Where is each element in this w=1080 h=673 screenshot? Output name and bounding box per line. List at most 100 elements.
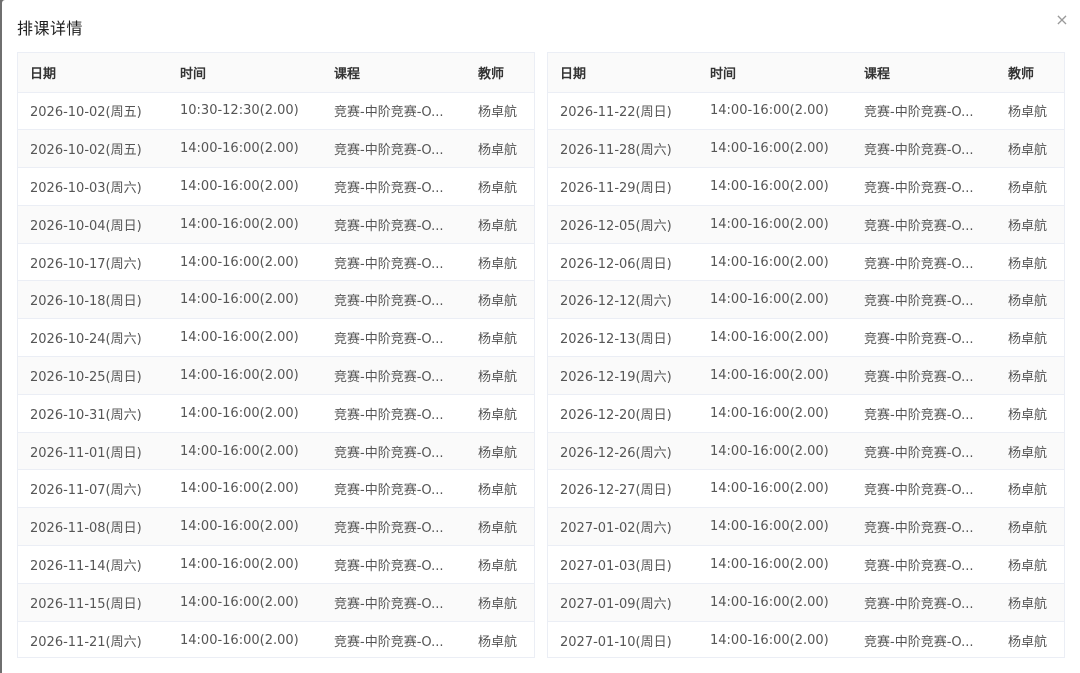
- cell-time: 14:00-16:00(2.00): [698, 318, 852, 358]
- table-row: 2026-10-04(周日) 14:00-16:00(2.00) 竞赛-中阶竞赛-O…: [18, 205, 534, 244]
- cell-course: 竞赛-中阶竞赛-O...: [852, 545, 996, 584]
- cell-date: 2026-12-06(周日): [548, 243, 698, 282]
- table-row: 2026-12-12(周六) 14:00-16:00(2.00) 竞赛-中阶竞赛-O…: [548, 280, 1064, 320]
- table-row: 2026-12-27(周日) 14:00-16:00(2.00) 竞赛-中阶竞赛-O…: [548, 469, 1064, 509]
- table-row: 2026-11-29(周日) 14:00-16:00(2.00) 竞赛-中阶竞赛-O…: [548, 167, 1064, 206]
- close-icon[interactable]: ×: [1052, 10, 1072, 30]
- column-header-course: 课程: [852, 53, 996, 93]
- table-row: 2026-10-18(周日) 14:00-16:00(2.00) 竞赛-中阶竞赛-O…: [18, 280, 534, 320]
- cell-time: 14:00-16:00(2.00): [698, 583, 852, 622]
- cell-time: 14:00-16:00(2.00): [698, 621, 852, 657]
- cell-course: 竞赛-中阶竞赛-O...: [322, 621, 466, 657]
- cell-teacher: 杨卓航: [996, 280, 1064, 320]
- cell-date: 2026-12-26(周六): [548, 432, 698, 471]
- cell-time: 14:00-16:00(2.00): [168, 394, 322, 433]
- table-row: 2026-10-17(周六) 14:00-16:00(2.00) 竞赛-中阶竞赛-O…: [18, 243, 534, 282]
- cell-time: 14:00-16:00(2.00): [698, 356, 852, 395]
- cell-course: 竞赛-中阶竞赛-O...: [322, 280, 466, 320]
- cell-time: 14:00-16:00(2.00): [168, 129, 322, 169]
- cell-course: 竞赛-中阶竞赛-O...: [852, 356, 996, 395]
- cell-date: 2027-01-09(周六): [548, 583, 698, 622]
- cell-course: 竞赛-中阶竞赛-O...: [322, 167, 466, 206]
- column-header-teacher: 教师: [996, 53, 1064, 93]
- column-header-date: 日期: [18, 53, 168, 93]
- cell-date: 2026-12-05(周六): [548, 205, 698, 244]
- cell-date: 2026-11-08(周日): [18, 507, 168, 547]
- table-row: 2027-01-03(周日) 14:00-16:00(2.00) 竞赛-中阶竞赛-O…: [548, 545, 1064, 584]
- cell-teacher: 杨卓航: [466, 356, 534, 395]
- cell-teacher: 杨卓航: [996, 243, 1064, 282]
- cell-course: 竞赛-中阶竞赛-O...: [322, 356, 466, 395]
- cell-time: 14:00-16:00(2.00): [168, 583, 322, 622]
- cell-time: 14:00-16:00(2.00): [168, 469, 322, 509]
- cell-date: 2026-10-31(周六): [18, 394, 168, 433]
- cell-time: 14:00-16:00(2.00): [698, 129, 852, 169]
- cell-date: 2026-10-24(周六): [18, 318, 168, 358]
- cell-time: 14:00-16:00(2.00): [698, 92, 852, 131]
- cell-date: 2027-01-10(周日): [548, 621, 698, 657]
- cell-date: 2026-12-27(周日): [548, 469, 698, 509]
- cell-time: 14:00-16:00(2.00): [168, 167, 322, 206]
- cell-course: 竞赛-中阶竞赛-O...: [322, 507, 466, 547]
- cell-course: 竞赛-中阶竞赛-O...: [322, 318, 466, 358]
- cell-course: 竞赛-中阶竞赛-O...: [852, 432, 996, 471]
- dialog-title: 排课详情: [17, 19, 84, 38]
- column-header-time: 时间: [698, 53, 852, 93]
- table-row: 2026-11-01(周日) 14:00-16:00(2.00) 竞赛-中阶竞赛-O…: [18, 432, 534, 471]
- cell-date: 2027-01-03(周日): [548, 545, 698, 584]
- table-row: 2026-11-15(周日) 14:00-16:00(2.00) 竞赛-中阶竞赛-O…: [18, 583, 534, 622]
- table-row: 2027-01-10(周日) 14:00-16:00(2.00) 竞赛-中阶竞赛-O…: [548, 621, 1064, 657]
- cell-time: 14:00-16:00(2.00): [168, 507, 322, 547]
- cell-date: 2026-11-28(周六): [548, 129, 698, 169]
- cell-time: 14:00-16:00(2.00): [698, 545, 852, 584]
- cell-date: 2026-11-29(周日): [548, 167, 698, 206]
- cell-teacher: 杨卓航: [996, 432, 1064, 471]
- cell-date: 2026-10-03(周六): [18, 167, 168, 206]
- cell-course: 竞赛-中阶竞赛-O...: [322, 469, 466, 509]
- cell-teacher: 杨卓航: [466, 583, 534, 622]
- cell-teacher: 杨卓航: [466, 621, 534, 657]
- cell-time: 14:00-16:00(2.00): [168, 205, 322, 244]
- cell-date: 2026-10-25(周日): [18, 356, 168, 395]
- cell-date: 2026-10-02(周五): [18, 129, 168, 169]
- cell-course: 竞赛-中阶竞赛-O...: [322, 243, 466, 282]
- table-header-row: 日期 时间 课程 教师: [18, 53, 534, 93]
- cell-course: 竞赛-中阶竞赛-O...: [322, 129, 466, 169]
- cell-course: 竞赛-中阶竞赛-O...: [852, 167, 996, 206]
- cell-course: 竞赛-中阶竞赛-O...: [852, 243, 996, 282]
- cell-time: 14:00-16:00(2.00): [168, 545, 322, 584]
- cell-time: 14:00-16:00(2.00): [168, 243, 322, 282]
- cell-time: 14:00-16:00(2.00): [698, 432, 852, 471]
- cell-teacher: 杨卓航: [996, 356, 1064, 395]
- cell-course: 竞赛-中阶竞赛-O...: [852, 583, 996, 622]
- table-row: 2027-01-09(周六) 14:00-16:00(2.00) 竞赛-中阶竞赛-O…: [548, 583, 1064, 622]
- cell-teacher: 杨卓航: [996, 621, 1064, 657]
- cell-teacher: 杨卓航: [466, 318, 534, 358]
- cell-date: 2026-12-20(周日): [548, 394, 698, 433]
- cell-course: 竞赛-中阶竞赛-O...: [852, 318, 996, 358]
- cell-course: 竞赛-中阶竞赛-O...: [322, 205, 466, 244]
- cell-teacher: 杨卓航: [996, 318, 1064, 358]
- cell-date: 2026-12-19(周六): [548, 356, 698, 395]
- cell-time: 14:00-16:00(2.00): [698, 469, 852, 509]
- column-header-teacher: 教师: [466, 53, 534, 93]
- table-row: 2026-10-25(周日) 14:00-16:00(2.00) 竞赛-中阶竞赛-O…: [18, 356, 534, 395]
- cell-course: 竞赛-中阶竞赛-O...: [322, 92, 466, 131]
- cell-teacher: 杨卓航: [996, 583, 1064, 622]
- cell-teacher: 杨卓航: [996, 205, 1064, 244]
- table-row: 2026-11-14(周六) 14:00-16:00(2.00) 竞赛-中阶竞赛-O…: [18, 545, 534, 584]
- table-row: 2026-12-06(周日) 14:00-16:00(2.00) 竞赛-中阶竞赛-O…: [548, 243, 1064, 282]
- cell-time: 14:00-16:00(2.00): [168, 280, 322, 320]
- cell-course: 竞赛-中阶竞赛-O...: [322, 432, 466, 471]
- cell-time: 14:00-16:00(2.00): [698, 205, 852, 244]
- cell-time: 14:00-16:00(2.00): [168, 621, 322, 657]
- cell-teacher: 杨卓航: [996, 507, 1064, 547]
- cell-date: 2026-11-22(周日): [548, 92, 698, 131]
- table-row: 2026-11-22(周日) 14:00-16:00(2.00) 竞赛-中阶竞赛-O…: [548, 92, 1064, 131]
- cell-time: 14:00-16:00(2.00): [698, 280, 852, 320]
- cell-course: 竞赛-中阶竞赛-O...: [852, 507, 996, 547]
- cell-date: 2026-11-21(周六): [18, 621, 168, 657]
- table-row: 2026-10-02(周五) 14:00-16:00(2.00) 竞赛-中阶竞赛-O…: [18, 129, 534, 169]
- cell-teacher: 杨卓航: [466, 167, 534, 206]
- cell-time: 10:30-12:30(2.00): [168, 92, 322, 131]
